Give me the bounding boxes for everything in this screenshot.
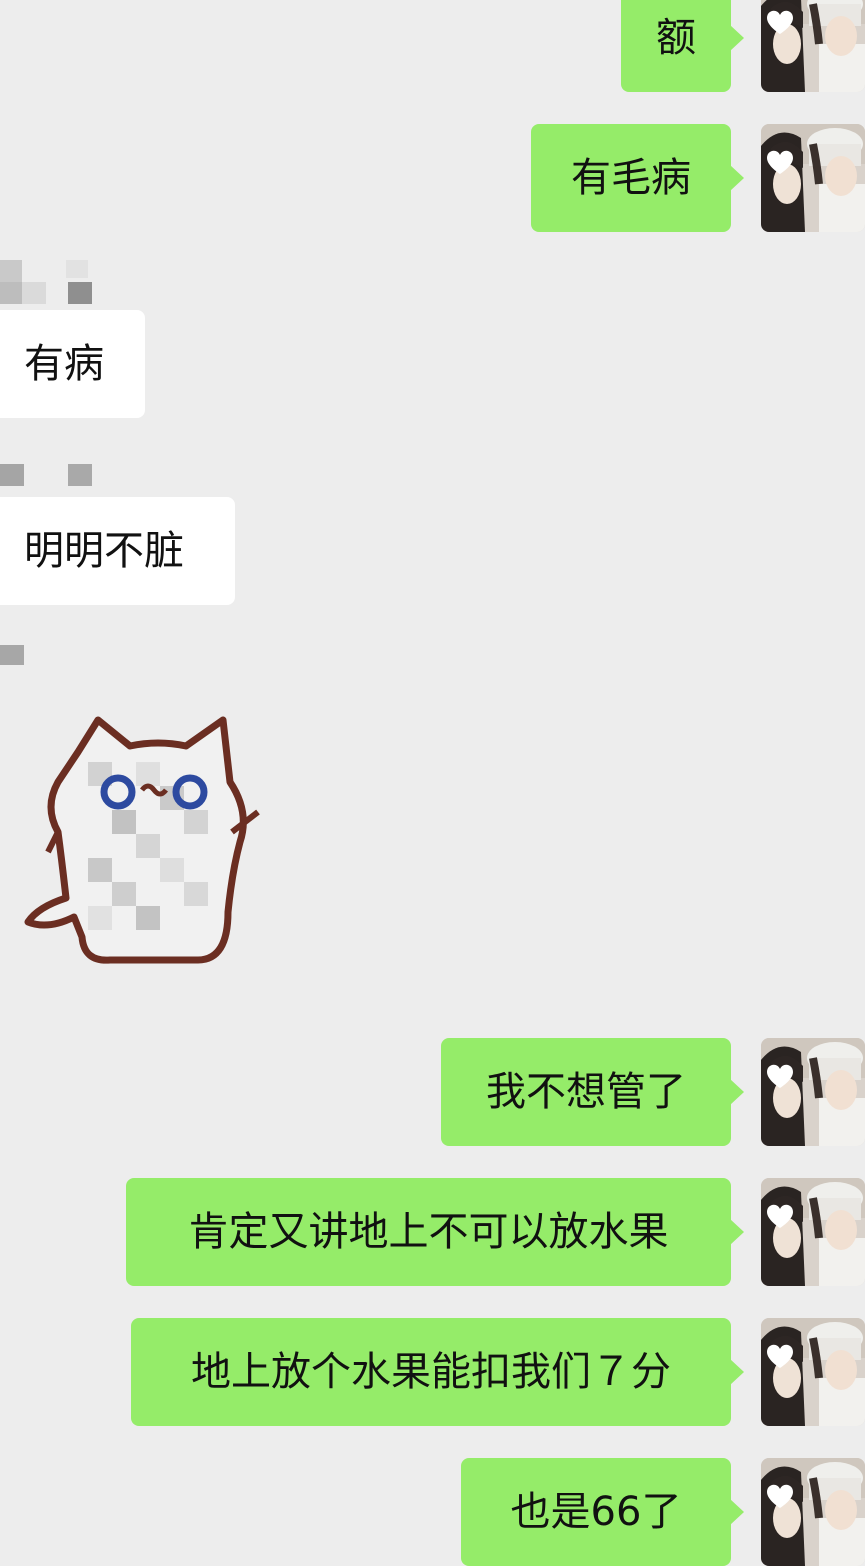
message-row-self: 我不想管了 bbox=[0, 1038, 865, 1146]
message-bubble-self[interactable]: 肯定又讲地上不可以放水果 bbox=[126, 1178, 744, 1286]
user-photo-avatar[interactable] bbox=[761, 0, 865, 92]
message-row-self: 也是66了 bbox=[0, 1458, 865, 1566]
message-row-self: 肯定又讲地上不可以放水果 bbox=[0, 1178, 865, 1286]
user-photo-avatar[interactable] bbox=[761, 124, 865, 232]
message-row-self: 额 bbox=[0, 0, 865, 92]
user-photo-avatar[interactable] bbox=[761, 1318, 865, 1426]
message-row-self: 有毛病 bbox=[0, 124, 865, 232]
message-bubble-other[interactable]: 有病 bbox=[0, 310, 145, 418]
cat-sticker[interactable] bbox=[18, 712, 268, 972]
user-photo-avatar[interactable] bbox=[761, 1458, 865, 1566]
message-row-other: 明明不脏 bbox=[0, 497, 865, 605]
message-bubble-self[interactable]: 我不想管了 bbox=[441, 1038, 744, 1146]
message-bubble-self[interactable]: 地上放个水果能扣我们７分 bbox=[131, 1318, 744, 1426]
user-photo-avatar[interactable] bbox=[761, 1038, 865, 1146]
sender-name-redacted bbox=[0, 258, 100, 308]
message-bubble-self[interactable]: 也是66了 bbox=[461, 1458, 744, 1566]
message-bubble-other[interactable]: 明明不脏 bbox=[0, 497, 235, 605]
message-row-other: 有病 bbox=[0, 310, 865, 418]
sender-name-redacted bbox=[0, 464, 100, 488]
sender-name-redacted bbox=[0, 645, 30, 669]
user-photo-avatar[interactable] bbox=[761, 1178, 865, 1286]
message-row-self: 地上放个水果能扣我们７分 bbox=[0, 1318, 865, 1426]
message-bubble-self[interactable]: 有毛病 bbox=[531, 124, 744, 232]
message-bubble-self[interactable]: 额 bbox=[621, 0, 744, 92]
